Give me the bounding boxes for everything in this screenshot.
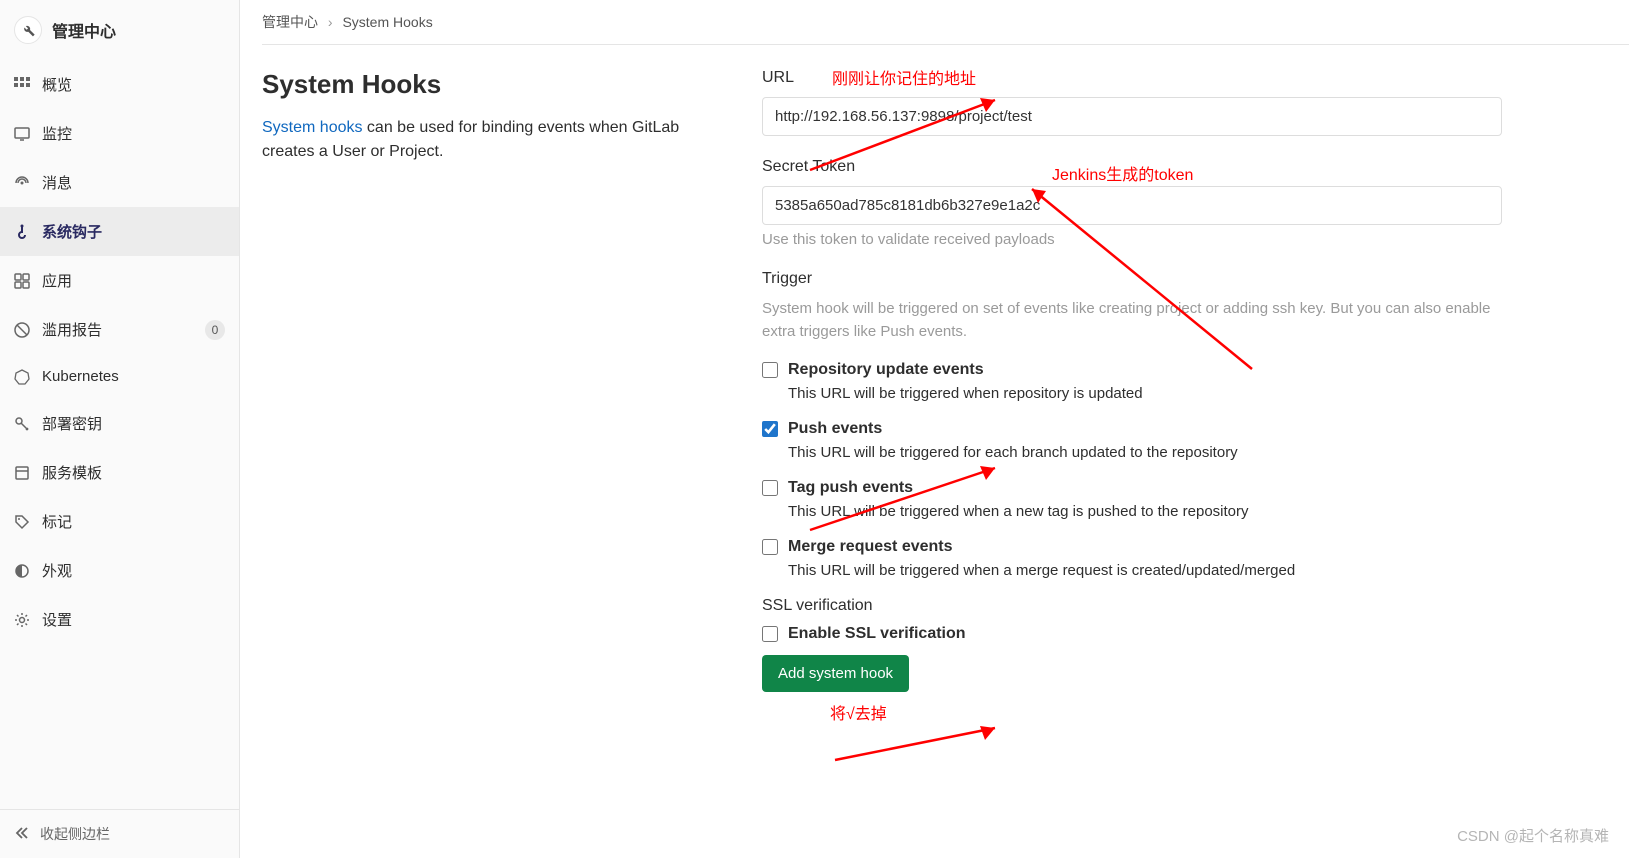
form-column: URL Secret Token Use this token to valid… — [762, 69, 1629, 692]
add-system-hook-button[interactable]: Add system hook — [762, 655, 909, 692]
checkbox-desc: This URL will be triggered for each bran… — [788, 444, 1629, 461]
sidebar-item-abuse-reports[interactable]: 滥用报告 0 — [0, 305, 239, 354]
checkbox-merge-request: Merge request events This URL will be tr… — [762, 538, 1629, 579]
main-content: 管理中心 › System Hooks System Hooks System … — [240, 0, 1629, 858]
sidebar-item-label: 监控 — [42, 123, 72, 144]
annotation-ssl: 将√去掉 — [830, 700, 887, 724]
page-title: System Hooks — [262, 69, 732, 100]
sidebar-header: 管理中心 — [0, 0, 239, 60]
sidebar-item-label: 外观 — [42, 560, 72, 581]
dashboard-icon — [14, 77, 30, 93]
checkbox-label: Tag push events — [788, 479, 913, 497]
trigger-label: Trigger — [762, 270, 1629, 288]
sidebar-item-label: 消息 — [42, 172, 72, 193]
breadcrumb: 管理中心 › System Hooks — [262, 12, 1629, 44]
checkbox-ssl-verification: Enable SSL verification — [762, 625, 1629, 643]
sidebar-item-appearance[interactable]: 外观 — [0, 546, 239, 595]
sidebar-item-label: 系统钩子 — [42, 221, 102, 242]
appearance-icon — [14, 563, 30, 579]
sidebar-item-overview[interactable]: 概览 — [0, 60, 239, 109]
system-hooks-link[interactable]: System hooks — [262, 119, 362, 136]
sidebar-item-system-hooks[interactable]: 系统钩子 — [0, 207, 239, 256]
checkbox-desc: This URL will be triggered when a new ta… — [788, 503, 1629, 520]
collapse-sidebar-button[interactable]: 收起侧边栏 — [0, 809, 239, 858]
sidebar-title: 管理中心 — [52, 18, 116, 42]
secret-token-label: Secret Token — [762, 158, 1629, 176]
hook-icon — [14, 224, 30, 240]
sidebar-item-messages[interactable]: 消息 — [0, 158, 239, 207]
checkbox-repository-update-input[interactable] — [762, 362, 778, 378]
tag-icon — [14, 514, 30, 530]
sidebar-item-label: 设置 — [42, 609, 72, 630]
breadcrumb-root[interactable]: 管理中心 — [262, 14, 318, 30]
sidebar-item-kubernetes[interactable]: Kubernetes — [0, 354, 239, 399]
sidebar-item-deploy-keys[interactable]: 部署密钥 — [0, 399, 239, 448]
checkbox-merge-request-input[interactable] — [762, 539, 778, 555]
url-input[interactable] — [762, 97, 1502, 136]
gear-icon — [14, 612, 30, 628]
monitor-icon — [14, 126, 30, 142]
checkbox-ssl-verification-input[interactable] — [762, 626, 778, 642]
sidebar-item-service-templates[interactable]: 服务模板 — [0, 448, 239, 497]
collapse-label: 收起侧边栏 — [40, 824, 110, 844]
collapse-icon — [14, 825, 30, 844]
sidebar-item-label: 概览 — [42, 74, 72, 95]
checkbox-desc: This URL will be triggered when reposito… — [788, 385, 1629, 402]
sidebar-item-label: Kubernetes — [42, 368, 119, 385]
ssl-label: SSL verification — [762, 597, 1629, 615]
breadcrumb-current: System Hooks — [342, 14, 432, 30]
sidebar-item-label: 应用 — [42, 270, 72, 291]
page-description: System hooks can be used for binding eve… — [262, 116, 732, 164]
sidebar-item-monitor[interactable]: 监控 — [0, 109, 239, 158]
sidebar-item-applications[interactable]: 应用 — [0, 256, 239, 305]
checkbox-tag-push: Tag push events This URL will be trigger… — [762, 479, 1629, 520]
sidebar-item-settings[interactable]: 设置 — [0, 595, 239, 644]
secret-token-help: Use this token to validate received payl… — [762, 231, 1629, 248]
divider — [262, 44, 1629, 45]
nav-list: 概览 监控 消息 系统钩子 应用 滥用报告 0 Kubernetes 部署密钥 服… — [0, 60, 239, 644]
checkbox-repository-update: Repository update events This URL will b… — [762, 361, 1629, 402]
secret-token-input[interactable] — [762, 186, 1502, 225]
checkbox-push-events: Push events This URL will be triggered f… — [762, 420, 1629, 461]
sidebar: 管理中心 概览 监控 消息 系统钩子 应用 滥用报告 0 Kubernetes 部… — [0, 0, 240, 858]
key-icon — [14, 416, 30, 432]
report-icon — [14, 322, 30, 338]
template-icon — [14, 465, 30, 481]
checkbox-label: Push events — [788, 420, 882, 438]
checkbox-label: Merge request events — [788, 538, 953, 556]
chevron-right-icon: › — [328, 14, 333, 30]
checkbox-tag-push-input[interactable] — [762, 480, 778, 496]
apps-icon — [14, 273, 30, 289]
sidebar-item-label: 标记 — [42, 511, 72, 532]
sidebar-item-label: 滥用报告 — [42, 319, 102, 340]
kubernetes-icon — [14, 369, 30, 385]
annotation-arrow-ssl — [825, 720, 1005, 770]
description-column: System Hooks System hooks can be used fo… — [262, 69, 732, 692]
checkbox-label: Repository update events — [788, 361, 984, 379]
trigger-description: System hook will be triggered on set of … — [762, 298, 1522, 343]
checkbox-desc: This URL will be triggered when a merge … — [788, 562, 1629, 579]
checkbox-label: Enable SSL verification — [788, 625, 966, 643]
broadcast-icon — [14, 175, 30, 191]
sidebar-item-label: 服务模板 — [42, 462, 102, 483]
wrench-icon — [14, 16, 42, 44]
sidebar-item-label: 部署密钥 — [42, 413, 102, 434]
sidebar-item-labels[interactable]: 标记 — [0, 497, 239, 546]
badge: 0 — [205, 320, 225, 340]
watermark: CSDN @起个名称真难 — [1457, 825, 1609, 846]
url-label: URL — [762, 69, 1629, 87]
checkbox-push-events-input[interactable] — [762, 421, 778, 437]
